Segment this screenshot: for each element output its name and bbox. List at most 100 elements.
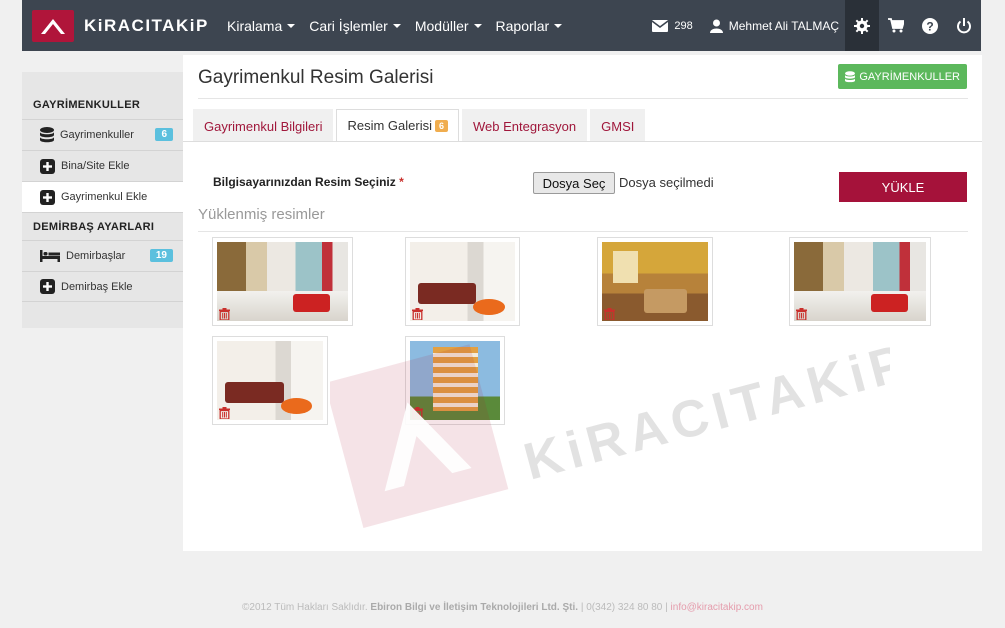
gear-icon	[854, 17, 870, 34]
menu-cari-islemler[interactable]: Cari İşlemler	[302, 18, 408, 34]
tab-gayrimenkul-bilgileri[interactable]: Gayrimenkul Bilgileri	[193, 109, 334, 142]
footer: ©2012 Tüm Hakları Saklıdır. Ebiron Bilgi…	[0, 602, 1005, 613]
database-icon	[40, 127, 54, 143]
chevron-down-icon	[392, 23, 401, 28]
menu-kiralama[interactable]: Kiralama	[220, 18, 302, 34]
cart-button[interactable]	[879, 0, 913, 51]
room-photo	[794, 242, 926, 321]
count-badge: 6	[435, 119, 449, 132]
tab-label: Gayrimenkul Bilgileri	[204, 118, 323, 134]
divider	[198, 98, 968, 99]
divider	[198, 231, 968, 232]
menu-cari-label: Cari İşlemler	[309, 17, 388, 34]
room-photo	[217, 341, 323, 420]
chevron-down-icon	[473, 23, 482, 28]
count-badge: 6	[155, 128, 173, 141]
upload-label-text: Bilgisayarınızdan Resim Seçiniz	[213, 175, 396, 189]
envelope-icon	[652, 19, 669, 32]
sidebar-section-gayrimenkuller: GAYRİMENKULLER	[33, 99, 141, 111]
footer-phone: | 0(342) 324 80 80 |	[580, 602, 668, 613]
sidebar-section-demirbas: DEMİRBAŞ AYARLARI	[22, 212, 183, 240]
user-menu[interactable]: Mehmet Ali TALMAÇ	[702, 19, 845, 33]
brand-name: KiRACITAKiP	[84, 15, 209, 35]
sidebar-item-demirbas-ekle[interactable]: Demirbaş Ekle	[22, 271, 183, 302]
plus-square-icon	[40, 158, 55, 174]
sidebar-item-label: Gayrimenkuller	[60, 129, 134, 141]
gayrimenkuller-button-label: GAYRİMENKULLER	[859, 70, 960, 83]
messages-link[interactable]: 298	[643, 19, 701, 32]
count-badge: 19	[149, 249, 173, 262]
plus-square-icon	[40, 279, 55, 294]
cart-icon	[888, 18, 904, 33]
tab-resim-galerisi[interactable]: Resim Galerisi 6	[336, 109, 460, 142]
tab-label: Resim Galerisi	[347, 118, 432, 133]
delete-icon[interactable]	[602, 307, 616, 321]
delete-icon[interactable]	[217, 406, 231, 420]
menu-raporlar-label: Raporlar	[495, 17, 550, 34]
user-icon	[709, 19, 723, 33]
sidebar-item-gayrimenkul-ekle[interactable]: Gayrimenkul Ekle	[22, 181, 183, 212]
bed-icon	[40, 250, 60, 262]
divider	[183, 141, 982, 142]
room-photo	[602, 242, 708, 321]
menu-kiralama-label: Kiralama	[227, 17, 283, 34]
messages-count: 298	[674, 19, 693, 32]
gallery-image[interactable]	[212, 336, 328, 425]
sidebar: GAYRİMENKULLER Gayrimenkuller 6 Bina/Sit…	[22, 72, 183, 328]
tab-gmsi[interactable]: GMSI	[590, 109, 646, 142]
tab-web-entegrasyon[interactable]: Web Entegrasyon	[462, 109, 588, 142]
footer-email-link[interactable]: info@kiracitakip.com	[671, 602, 763, 613]
menu-moduller[interactable]: Modüller	[408, 18, 489, 34]
sidebar-item-bina-site-ekle[interactable]: Bina/Site Ekle	[22, 150, 183, 181]
delete-icon[interactable]	[410, 406, 424, 420]
top-navbar: KiRACITAKiP Kiralama Cari İşlemler Modül…	[22, 0, 981, 51]
tab-label: GMSI	[601, 118, 635, 134]
room-photo	[217, 242, 348, 321]
required-mark: *	[399, 175, 404, 189]
brand-logo-icon	[32, 9, 74, 42]
brand[interactable]: KiRACITAKiP	[22, 0, 212, 51]
sidebar-item-label: Demirbaş Ekle	[61, 280, 133, 293]
main-menu: Kiralama Cari İşlemler Modüller Raporlar	[220, 18, 569, 34]
chevron-down-icon	[554, 23, 563, 28]
plus-square-icon	[40, 189, 55, 205]
menu-raporlar[interactable]: Raporlar	[489, 18, 570, 34]
sidebar-item-label: Demirbaşlar	[66, 250, 126, 262]
upload-label: Bilgisayarınızdan Resim Seçiniz *	[213, 175, 404, 189]
database-icon	[845, 70, 856, 82]
help-icon: ?	[922, 17, 938, 34]
delete-icon[interactable]	[794, 307, 808, 321]
logout-button[interactable]	[947, 0, 981, 51]
file-status: Dosya seçilmedi	[619, 175, 714, 190]
gallery-image[interactable]	[405, 237, 520, 326]
gallery-image[interactable]	[405, 336, 505, 425]
main-panel: Gayrimenkul Resim Galerisi GAYRİMENKULLE…	[183, 55, 982, 551]
gayrimenkuller-button[interactable]: GAYRİMENKULLER	[838, 64, 967, 89]
sidebar-item-demirbaslar[interactable]: Demirbaşlar 19	[22, 240, 183, 271]
page-title: Gayrimenkul Resim Galerisi	[198, 67, 434, 88]
footer-company: Ebiron Bilgi ve İletişim Teknolojileri L…	[370, 602, 579, 613]
power-icon	[957, 17, 971, 33]
settings-button[interactable]	[845, 0, 879, 51]
delete-icon[interactable]	[410, 307, 424, 321]
gallery-image[interactable]	[789, 237, 931, 326]
sidebar-item-label: Bina/Site Ekle	[61, 160, 130, 172]
footer-copyright: ©2012 Tüm Hakları Saklıdır.	[242, 602, 368, 613]
upload-button[interactable]: YÜKLE	[839, 172, 967, 202]
tab-label: Web Entegrasyon	[473, 118, 577, 134]
svg-text:?: ?	[926, 19, 933, 33]
tab-bar: Gayrimenkul Bilgileri Resim Galerisi 6 We…	[193, 109, 648, 142]
room-photo	[410, 242, 515, 321]
sidebar-item-gayrimenkuller[interactable]: Gayrimenkuller 6	[22, 119, 183, 150]
gallery-title: Yüklenmiş resimler	[198, 206, 325, 223]
nav-right: 298 Mehmet Ali TALMAÇ ?	[643, 0, 981, 51]
file-choose-button[interactable]: Dosya Seç	[533, 172, 615, 194]
gallery-image[interactable]	[597, 237, 713, 326]
user-name: Mehmet Ali TALMAÇ	[728, 18, 839, 33]
sidebar-item-label: Gayrimenkul Ekle	[61, 191, 148, 203]
delete-icon[interactable]	[217, 307, 231, 321]
menu-moduller-label: Modüller	[414, 17, 469, 34]
gallery-image[interactable]	[212, 237, 353, 326]
help-button[interactable]: ?	[913, 0, 947, 51]
chevron-down-icon	[287, 23, 296, 28]
